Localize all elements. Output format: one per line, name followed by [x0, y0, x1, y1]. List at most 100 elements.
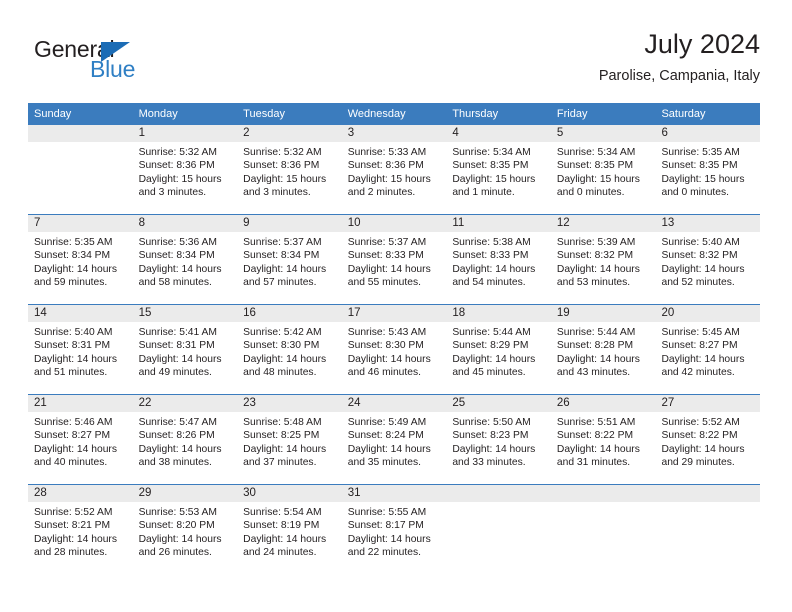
day-cell-12[interactable]: Sunrise: 5:39 AM Sunset: 8:32 PM Daylight:… — [551, 232, 656, 304]
day-cell-22[interactable]: Sunrise: 5:47 AM Sunset: 8:26 PM Daylight:… — [133, 412, 238, 484]
day-cell-empty — [551, 502, 656, 574]
day-number-11[interactable]: 11 — [446, 215, 551, 232]
day-daylight-line: and 48 minutes. — [243, 367, 317, 379]
day-sunrise-line: Sunrise: 5:39 AM — [556, 237, 636, 248]
day-sunset-line: Sunset: 8:17 PM — [347, 520, 424, 532]
day-cell-23[interactable]: Sunrise: 5:48 AM Sunset: 8:25 PM Daylight:… — [237, 412, 342, 484]
day-cell-27[interactable]: Sunrise: 5:52 AM Sunset: 8:22 PM Daylight:… — [655, 412, 760, 484]
day-cell-24[interactable]: Sunrise: 5:49 AM Sunset: 8:24 PM Daylight:… — [342, 412, 447, 484]
day-cell-18[interactable]: Sunrise: 5:44 AM Sunset: 8:29 PM Daylight:… — [446, 322, 551, 394]
day-daylight-line: and 43 minutes. — [556, 367, 631, 379]
day-number-16[interactable]: 16 — [237, 305, 342, 322]
day-number-7[interactable]: 7 — [28, 215, 133, 232]
day-number-5[interactable]: 5 — [551, 125, 656, 142]
calendar-week-row: 21 22 23 24 25 26 27 Sunrise: 5:46 AM Sunset: 8:… — [28, 394, 760, 484]
day-number-27[interactable]: 27 — [655, 395, 760, 412]
day-cell-29[interactable]: Sunrise: 5:53 AM Sunset: 8:20 PM Daylight:… — [133, 502, 238, 574]
day-sunrise-line: Sunrise: 5:54 AM — [243, 507, 322, 518]
weekday-header-saturday: Saturday — [661, 108, 706, 120]
day-number-30[interactable]: 30 — [237, 485, 342, 502]
day-daylight-line: Daylight: 14 hours — [661, 443, 745, 455]
day-sunrise-line: Sunrise: 5:41 AM — [138, 327, 217, 338]
day-number-18[interactable]: 18 — [446, 305, 551, 322]
day-sunset-line: Sunset: 8:27 PM — [34, 430, 111, 442]
day-number-20[interactable]: 20 — [655, 305, 760, 322]
day-sunrise-line: Sunrise: 5:52 AM — [661, 417, 740, 428]
day-number-29[interactable]: 29 — [133, 485, 238, 502]
day-cell-20[interactable]: Sunrise: 5:45 AM Sunset: 8:27 PM Daylight:… — [655, 322, 760, 394]
day-sunset-line: Sunset: 8:35 PM — [556, 160, 634, 172]
day-cell-19[interactable]: Sunrise: 5:44 AM Sunset: 8:28 PM Daylight:… — [551, 322, 656, 394]
day-daylight-line: and 0 minutes. — [556, 187, 625, 199]
day-number-8[interactable]: 8 — [133, 215, 238, 232]
day-cell-6[interactable]: Sunrise: 5:35 AM Sunset: 8:35 PM Daylight:… — [655, 142, 760, 214]
day-number-25[interactable]: 25 — [446, 395, 551, 412]
day-number-2[interactable]: 2 — [237, 125, 342, 142]
day-number-23[interactable]: 23 — [237, 395, 342, 412]
day-number-31[interactable]: 31 — [342, 485, 447, 502]
day-cell-14[interactable]: Sunrise: 5:40 AM Sunset: 8:31 PM Daylight:… — [28, 322, 133, 394]
day-daylight-line: Daylight: 14 hours — [556, 443, 640, 455]
day-sunset-line: Sunset: 8:21 PM — [34, 520, 111, 532]
day-cell-9[interactable]: Sunrise: 5:37 AM Sunset: 8:34 PM Daylight:… — [237, 232, 342, 304]
week-detail-band: Sunrise: 5:32 AM Sunset: 8:36 PM Daylight:… — [28, 142, 760, 214]
day-number-26[interactable]: 26 — [551, 395, 656, 412]
general-blue-logo[interactable]: General Blue — [28, 36, 218, 92]
day-cell-26[interactable]: Sunrise: 5:51 AM Sunset: 8:22 PM Daylight:… — [551, 412, 656, 484]
day-number-4[interactable]: 4 — [446, 125, 551, 142]
day-cell-15[interactable]: Sunrise: 5:41 AM Sunset: 8:31 PM Daylight:… — [133, 322, 238, 394]
calendar-weeks: 1 2 3 4 5 6 Sunrise: 5:32 AM Sunset: 8:36 PM Day… — [28, 125, 760, 574]
calendar-page: General Blue July 2024 Parolise, Campani… — [0, 0, 792, 612]
day-cell-5[interactable]: Sunrise: 5:34 AM Sunset: 8:35 PM Daylight:… — [551, 142, 656, 214]
day-sunrise-line: Sunrise: 5:34 AM — [556, 147, 636, 158]
day-daylight-line: Daylight: 14 hours — [34, 533, 117, 545]
day-number-6[interactable]: 6 — [655, 125, 760, 142]
day-number-24[interactable]: 24 — [342, 395, 447, 412]
day-daylight-line: Daylight: 14 hours — [347, 533, 431, 545]
day-cell-31[interactable]: Sunrise: 5:55 AM Sunset: 8:17 PM Daylight:… — [342, 502, 447, 574]
day-number-17[interactable]: 17 — [342, 305, 447, 322]
day-number-9[interactable]: 9 — [237, 215, 342, 232]
day-cell-30[interactable]: Sunrise: 5:54 AM Sunset: 8:19 PM Daylight:… — [237, 502, 342, 574]
day-number-19[interactable]: 19 — [551, 305, 656, 322]
day-cell-7[interactable]: Sunrise: 5:35 AM Sunset: 8:34 PM Daylight:… — [28, 232, 133, 304]
day-daylight-line: Daylight: 14 hours — [452, 353, 536, 365]
day-sunrise-line: Sunrise: 5:43 AM — [347, 327, 427, 338]
day-sunrise-line: Sunrise: 5:50 AM — [452, 417, 531, 428]
day-number-14[interactable]: 14 — [28, 305, 133, 322]
day-cell-3[interactable]: Sunrise: 5:33 AM Sunset: 8:36 PM Daylight:… — [342, 142, 447, 214]
day-sunset-line: Sunset: 8:29 PM — [452, 340, 529, 352]
day-daylight-line: Daylight: 15 hours — [661, 173, 745, 185]
day-number-13[interactable]: 13 — [655, 215, 760, 232]
day-cell-21[interactable]: Sunrise: 5:46 AM Sunset: 8:27 PM Daylight:… — [28, 412, 133, 484]
day-number-15[interactable]: 15 — [133, 305, 238, 322]
day-cell-10[interactable]: Sunrise: 5:37 AM Sunset: 8:33 PM Daylight:… — [342, 232, 447, 304]
day-number-12[interactable]: 12 — [551, 215, 656, 232]
day-sunrise-line: Sunrise: 5:36 AM — [138, 237, 217, 248]
day-daylight-line: Daylight: 14 hours — [661, 353, 745, 365]
day-cell-11[interactable]: Sunrise: 5:38 AM Sunset: 8:33 PM Daylight:… — [446, 232, 551, 304]
day-daylight-line: Daylight: 14 hours — [452, 263, 536, 275]
day-sunrise-line: Sunrise: 5:37 AM — [347, 237, 427, 248]
day-daylight-line: Daylight: 14 hours — [347, 263, 431, 275]
day-number-22[interactable]: 22 — [133, 395, 238, 412]
day-cell-8[interactable]: Sunrise: 5:36 AM Sunset: 8:34 PM Daylight:… — [133, 232, 238, 304]
day-cell-16[interactable]: Sunrise: 5:42 AM Sunset: 8:30 PM Daylight:… — [237, 322, 342, 394]
day-daylight-line: Daylight: 15 hours — [347, 173, 431, 185]
day-cell-17[interactable]: Sunrise: 5:43 AM Sunset: 8:30 PM Daylight:… — [342, 322, 447, 394]
day-cell-28[interactable]: Sunrise: 5:52 AM Sunset: 8:21 PM Daylight:… — [28, 502, 133, 574]
day-sunset-line: Sunset: 8:26 PM — [138, 430, 215, 442]
day-number-21[interactable]: 21 — [28, 395, 133, 412]
day-cell-2[interactable]: Sunrise: 5:32 AM Sunset: 8:36 PM Daylight:… — [237, 142, 342, 214]
day-sunset-line: Sunset: 8:22 PM — [556, 430, 634, 442]
day-cell-25[interactable]: Sunrise: 5:50 AM Sunset: 8:23 PM Daylight:… — [446, 412, 551, 484]
day-sunset-line: Sunset: 8:36 PM — [347, 160, 424, 172]
day-cell-1[interactable]: Sunrise: 5:32 AM Sunset: 8:36 PM Daylight:… — [133, 142, 238, 214]
day-number-1[interactable]: 1 — [133, 125, 238, 142]
day-cell-13[interactable]: Sunrise: 5:40 AM Sunset: 8:32 PM Daylight:… — [655, 232, 760, 304]
day-number-3[interactable]: 3 — [342, 125, 447, 142]
day-number-28[interactable]: 28 — [28, 485, 133, 502]
day-cell-4[interactable]: Sunrise: 5:34 AM Sunset: 8:35 PM Daylight:… — [446, 142, 551, 214]
day-sunset-line: Sunset: 8:36 PM — [243, 160, 320, 172]
day-number-10[interactable]: 10 — [342, 215, 447, 232]
